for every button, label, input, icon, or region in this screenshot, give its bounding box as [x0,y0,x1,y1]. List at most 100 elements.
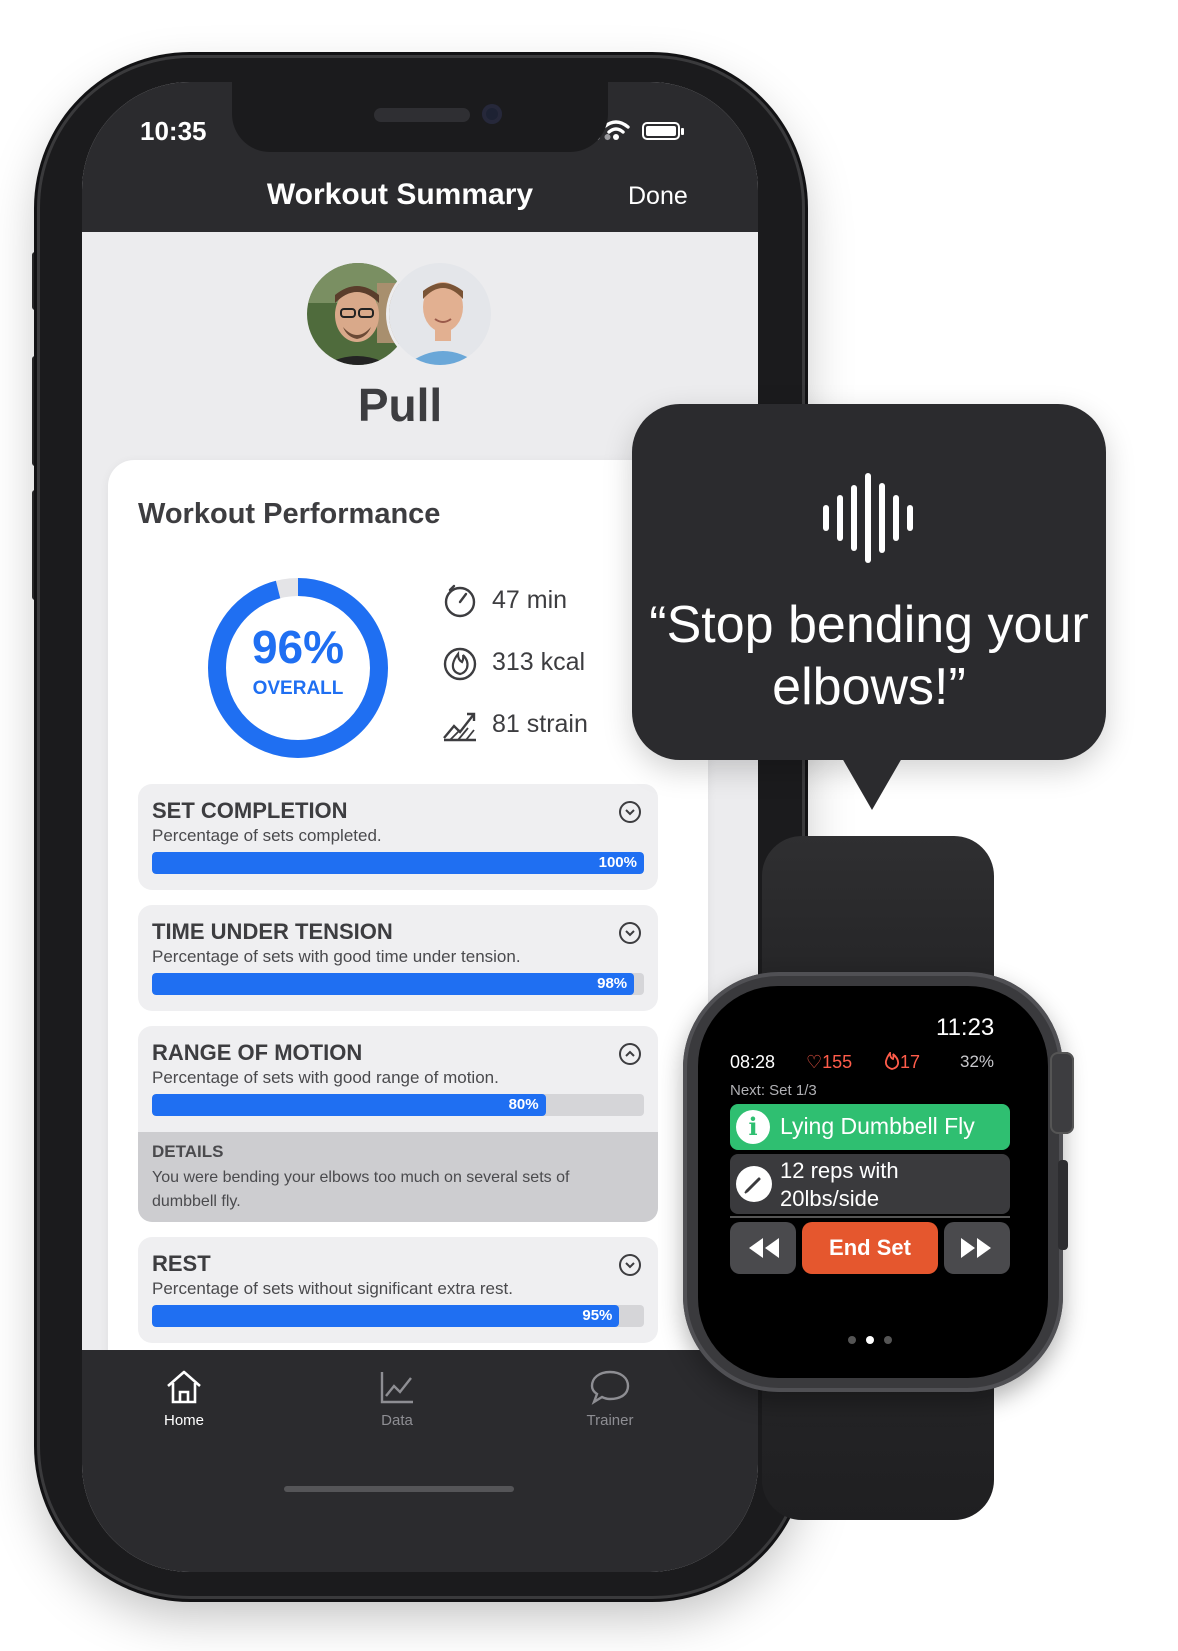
watch-side-button[interactable] [1058,1160,1068,1250]
progress-bar: 95% [152,1305,644,1327]
phone-notch [232,82,608,152]
flame-icon [884,1050,900,1070]
phone-volume-up-button [32,356,40,466]
overall-score-ring: 96% OVERALL [198,568,398,768]
metric-description: Percentage of sets completed. [152,826,382,845]
timer-icon [444,584,476,618]
chat-bubble-icon [590,1370,630,1405]
card-title: Workout Performance [138,498,441,530]
watch-calories: 17 [884,1050,921,1073]
metric-set-completion[interactable]: SET COMPLETION Percentage of sets comple… [138,784,658,890]
participants-avatars [304,260,494,368]
details-title: DETAILS [152,1142,224,1161]
watch-reps-text: 12 reps with 20lbs/side [780,1158,899,1211]
watch-heart-rate: ♡155 [806,1052,853,1072]
page-indicator [844,1336,904,1346]
progress-fill: 98% [152,973,635,995]
coach-quote: “Stop bending your elbows!” [649,596,1089,716]
stat-value: 313 kcal [492,647,586,676]
stat-duration: 47 min [440,580,567,620]
watch-elapsed-time: 08:28 [730,1052,776,1072]
metric-time-under-tension[interactable]: TIME UNDER TENSION Percentage of sets wi… [138,905,658,1011]
bubble-tail [842,758,902,810]
progress-bar: 98% [152,973,644,995]
home-icon [167,1370,201,1404]
details-text: You were bending your elbows too much on… [152,1169,570,1210]
rewind-icon [749,1238,779,1258]
overall-score-label: OVERALL [252,678,344,699]
watch-band-bottom [762,1380,994,1520]
battery-icon [642,122,684,140]
metric-range-of-motion[interactable]: RANGE OF MOTION Percentage of sets with … [138,1026,658,1222]
workout-performance-card: Workout Performance 96% OVERALL 47 min 3… [108,460,708,1460]
progress-fill: 95% [152,1305,620,1327]
watch-digital-crown[interactable] [1050,1052,1074,1134]
metric-description: Percentage of sets with good time under … [152,947,521,966]
home-indicator [284,1486,514,1492]
metric-title: REST [152,1251,211,1276]
page-dot-active [866,1336,874,1344]
voice-waveform-icon [823,473,913,563]
avatar[interactable] [386,260,494,368]
stat-strain: 81 strain [440,704,588,744]
progress-bar: 80% [152,1094,644,1116]
stat-value: 47 min [492,585,568,614]
details-panel: DETAILS You were bending your elbows too… [138,1132,658,1222]
strain-chart-icon [443,712,476,742]
watch-exercise-name: Lying Dumbbell Fly [780,1113,975,1139]
phone-speaker [374,108,470,122]
metric-description: Percentage of sets without significant e… [152,1279,513,1298]
done-button[interactable]: Done [628,182,688,211]
previous-button[interactable] [730,1222,796,1274]
watch-next-set: Next: Set 1/3 [730,1082,817,1099]
page-dot [884,1336,892,1344]
flame-icon [443,647,477,681]
page-title: Workout Summary [266,178,534,211]
phone-camera [482,104,502,124]
watch-calories-value: 17 [900,1052,921,1072]
metric-rest[interactable]: REST Percentage of sets without signific… [138,1237,658,1343]
tab-label: Home [163,1412,204,1429]
overall-score-value: 96% [251,621,345,673]
pencil-icon [736,1166,772,1202]
watch-exercise-card[interactable]: i Lying Dumbbell Fly [730,1104,1010,1150]
metric-title: SET COMPLETION [152,798,348,823]
next-button[interactable] [944,1222,1010,1274]
phone-screen: 10:35 ●●●● Workout Summary Done [82,82,758,1572]
chevron-down-icon[interactable] [618,800,642,824]
tab-label: Trainer [586,1412,634,1429]
chart-icon [380,1372,413,1404]
metric-title: TIME UNDER TENSION [152,919,393,944]
tab-trainer[interactable]: Trainer [550,1368,670,1429]
stat-value: 81 strain [492,709,588,738]
progress-fill: 80% [152,1094,546,1116]
fast-forward-icon [961,1238,991,1258]
chevron-down-icon[interactable] [618,921,642,945]
progress-label: 95% [582,1307,613,1324]
phone-silent-switch [32,252,40,310]
tab-data[interactable]: Data [337,1368,457,1429]
watch-controls: End Set [730,1222,1010,1274]
chevron-down-icon[interactable] [618,1253,642,1277]
watch-divider [730,1216,1010,1218]
watch-reps-card[interactable]: 12 reps with 20lbs/side [730,1154,1010,1214]
end-set-button[interactable]: End Set [802,1222,938,1274]
watch-time: 11:23 [936,1014,995,1041]
progress-fill: 100% [152,852,644,874]
progress-label: 100% [598,854,637,871]
tab-bar: Home Data Trainer [82,1350,758,1572]
phone-frame: 10:35 ●●●● Workout Summary Done [40,58,802,1596]
page-dot [848,1336,856,1344]
tab-home[interactable]: Home [124,1368,244,1429]
watch-battery: 32% [960,1052,995,1071]
watch-screen: 11:23 08:28 ♡155 17 32% Next: Set 1/3 i … [698,986,1048,1378]
status-time: 10:35 [140,116,207,146]
chevron-up-icon[interactable] [618,1042,642,1066]
progress-label: 80% [508,1096,539,1113]
tab-label: Data [381,1412,413,1429]
progress-bar: 100% [152,852,644,874]
stat-calories: 313 kcal [440,642,585,682]
phone-volume-down-button [32,490,40,600]
coach-voice-bubble: “Stop bending your elbows!” [632,404,1106,760]
progress-label: 98% [597,975,628,992]
